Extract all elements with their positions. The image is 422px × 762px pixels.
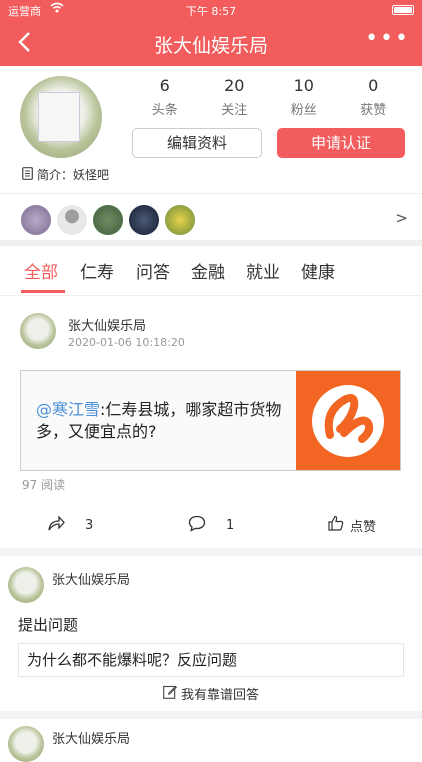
stat-label: 粉丝 (290, 103, 317, 118)
stat-number: 20 (224, 76, 245, 95)
intro-text: 简介：妖怪吧 (37, 168, 110, 182)
author-name[interactable]: 张大仙娱乐局 (52, 569, 130, 588)
edit-profile-button[interactable]: 编辑资料 (132, 128, 262, 158)
status-bar: 运营商 下午 8:57 (0, 0, 422, 20)
answer-label: 我有靠谱回答 (180, 688, 259, 703)
tab-all[interactable]: 全部 (24, 258, 58, 283)
category-tabs: 全部 仁寿 问答 金融 就业 健康 (0, 246, 422, 296)
comment-button[interactable]: 1 (188, 515, 234, 536)
stat-likes[interactable]: 0 获赞 (339, 76, 409, 118)
profile-avatar[interactable] (20, 76, 102, 158)
answer-button[interactable]: 我有靠谱回答 (0, 684, 422, 703)
followers-row[interactable]: > (0, 194, 422, 246)
stat-fans[interactable]: 10 粉丝 (269, 76, 339, 118)
author-avatar[interactable] (8, 726, 44, 762)
author-avatar[interactable] (20, 313, 56, 349)
chevron-right-icon[interactable]: > (395, 209, 408, 227)
follower-avatar[interactable] (57, 205, 87, 235)
tab-health[interactable]: 健康 (301, 258, 335, 283)
more-icon[interactable]: ••• (365, 26, 410, 51)
section-divider (0, 548, 422, 556)
page-title: 张大仙娱乐局 (153, 35, 268, 57)
stat-label: 头条 (151, 103, 178, 118)
like-button[interactable]: 点赞 (328, 515, 376, 535)
card-logo (296, 371, 400, 470)
shared-card[interactable]: @寒江雪:仁寿县城，哪家超市货物多，又便宜点的? (20, 370, 401, 471)
profile-intro: 简介：妖怪吧 (22, 166, 109, 183)
post-actions: 3 1 点赞 (0, 510, 422, 540)
author-avatar[interactable] (8, 567, 44, 603)
comment-icon (188, 515, 206, 536)
follower-avatar[interactable] (21, 205, 51, 235)
mention-link[interactable]: @寒江雪 (36, 400, 100, 419)
comment-count: 1 (226, 518, 235, 533)
profile-stats: 6 头条 20 关注 10 粉丝 0 获赞 (130, 76, 408, 118)
thumbs-up-icon (328, 515, 344, 535)
apply-certification-button[interactable]: 申请认证 (277, 128, 405, 158)
active-tab-indicator (21, 290, 65, 293)
document-icon (22, 166, 33, 183)
tab-finance[interactable]: 金融 (191, 258, 225, 283)
tab-jobs[interactable]: 就业 (246, 258, 280, 283)
stat-label: 关注 (221, 103, 248, 118)
question-body[interactable]: 为什么都不能爆料呢？反应问题 (18, 643, 404, 677)
post-time: 2020-01-06 10:18:20 (68, 336, 185, 349)
share-icon (47, 515, 65, 535)
share-button[interactable]: 3 (47, 515, 93, 535)
stat-number: 10 (293, 76, 314, 95)
read-count: 97 阅读 (22, 478, 66, 492)
question-type: 提出问题 (18, 616, 79, 634)
card-text: @寒江雪:仁寿县城，哪家超市货物多，又便宜点的? (36, 399, 286, 443)
section-divider (0, 711, 422, 719)
tab-qa[interactable]: 问答 (136, 258, 170, 283)
author-name[interactable]: 张大仙娱乐局 (52, 728, 130, 747)
follower-avatar[interactable] (93, 205, 123, 235)
tab-renshou[interactable]: 仁寿 (80, 258, 114, 283)
stat-headlines[interactable]: 6 头条 (130, 76, 200, 118)
logo-mark-icon (312, 385, 384, 457)
share-count: 3 (85, 517, 94, 533)
profile-header: 6 头条 20 关注 10 粉丝 0 获赞 编辑资料 申请认证 简介：妖怪吧 (0, 66, 422, 194)
follower-avatar[interactable] (129, 205, 159, 235)
stat-following[interactable]: 20 关注 (200, 76, 270, 118)
battery-icon (392, 5, 414, 15)
nav-bar: 张大仙娱乐局 ••• (0, 20, 422, 66)
status-time: 下午 8:57 (185, 5, 237, 18)
edit-icon (163, 685, 177, 703)
stat-label: 获赞 (360, 103, 387, 118)
follower-avatar[interactable] (165, 205, 195, 235)
stat-number: 0 (368, 76, 379, 95)
stat-number: 6 (159, 76, 170, 95)
like-label: 点赞 (350, 519, 377, 535)
author-name[interactable]: 张大仙娱乐局 (68, 315, 146, 334)
